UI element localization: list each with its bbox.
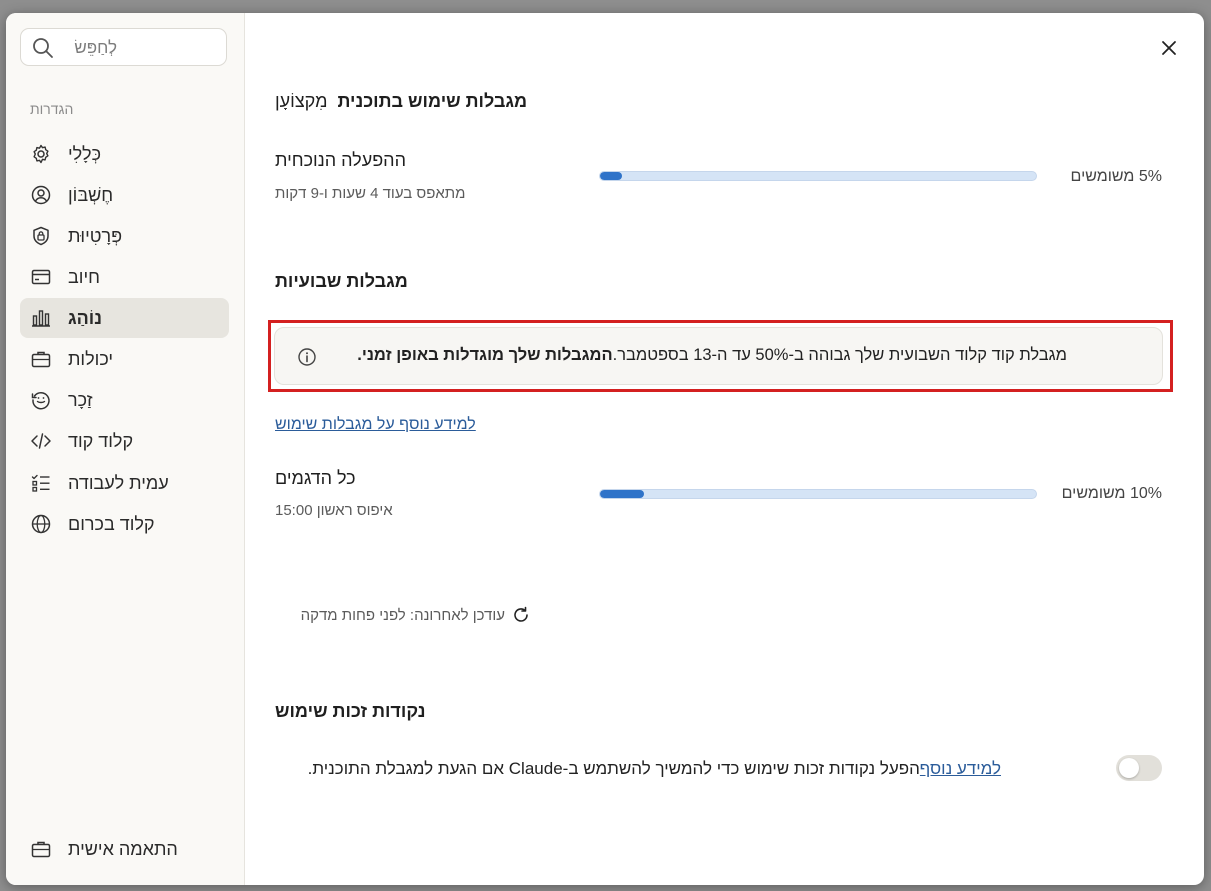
current-session-reset: מתאפס בעוד 4 שעות ו-9 דקות (275, 185, 466, 202)
code-icon (30, 430, 52, 452)
sidebar-item-label: קלוד קוד (68, 431, 134, 451)
sidebar-item-billing[interactable]: חיוב (20, 257, 229, 297)
account-icon (30, 184, 52, 206)
memory-icon (30, 389, 52, 411)
sidebar-item-label: פְּרָטִיוּת (68, 226, 123, 246)
sidebar-item-label: נוֹהַג (68, 308, 102, 328)
sidebar-item-label: זַכָר (68, 390, 93, 410)
sidebar-item-label: חיוב (68, 267, 100, 287)
search-placeholder: לְחַפֵּשׂ (74, 38, 117, 57)
last-updated-row: עודכן לאחרונה: לפני פחות מדקה (275, 605, 535, 627)
gear-icon (30, 143, 52, 165)
sidebar-item-label: כְּלָלִי (68, 144, 102, 164)
current-session-percent: 5% משומשים (1070, 168, 1162, 185)
usage-panel: מגבלות שימוש בתוכנית מִקצוֹעָן ההפעלה הנ… (245, 13, 1204, 885)
settings-sidebar: לְחַפֵּשׂ הגדרות כְּלָלִי חֶשְׁבּוֹן פְּ… (6, 13, 245, 885)
all-models-progress-fill (600, 490, 644, 498)
learn-more-limits-row: למידע נוסף על מגבלות שימוש (275, 416, 476, 434)
sidebar-item-label: חֶשְׁבּוֹן (68, 185, 114, 205)
search-input[interactable]: לְחַפֵּשׂ (20, 28, 227, 66)
usage-credits-description: למידע נוסףהפעל נקודות זכות שימוש כדי להמ… (308, 759, 1001, 779)
usage-chart-icon (30, 307, 52, 329)
sidebar-item-label: התאמה אישית (68, 839, 178, 859)
current-session-progress-fill (600, 172, 622, 180)
all-models-progress-bar (599, 489, 1037, 499)
sidebar-item-capabilities[interactable]: יכולות (20, 339, 229, 379)
plan-tier-label: מִקצוֹעָן (275, 91, 328, 111)
all-models-percent: 10% משומשים (1061, 485, 1162, 502)
sidebar-item-label: יכולות (68, 349, 114, 369)
all-models-reset: איפוס ראשון 15:00 (275, 502, 393, 519)
weekly-limits-title: מגבלות שבועיות (275, 271, 408, 291)
current-session-title: ההפעלה הנוכחית (275, 150, 406, 170)
settings-section-label: הגדרות (30, 101, 74, 117)
sidebar-item-coworker[interactable]: עמית לעבודה (20, 463, 229, 503)
sidebar-item-personalization[interactable]: התאמה אישית (20, 829, 229, 869)
usage-credits-title: נקודות זכות שימוש (275, 701, 426, 721)
sidebar-item-label: עמית לעבודה (68, 473, 169, 493)
briefcase-icon (30, 348, 52, 370)
checklist-icon (30, 472, 52, 494)
plan-usage-heading: מגבלות שימוש בתוכנית מִקצוֹעָן (275, 91, 527, 112)
last-updated-text: עודכן לאחרונה: לפני פחות מדקה (300, 607, 505, 624)
sidebar-item-label: קלוד בכרום (68, 514, 155, 534)
sidebar-item-claude-in-chrome[interactable]: קלוד בכרום (20, 504, 229, 544)
current-session-progress-bar (599, 171, 1037, 181)
sidebar-item-memory[interactable]: זַכָר (20, 380, 229, 420)
globe-icon (30, 513, 52, 535)
briefcase-icon (30, 838, 52, 860)
sidebar-item-privacy[interactable]: פְּרָטִיוּת (20, 216, 229, 256)
credits-learn-more-link[interactable]: למידע נוסף (920, 759, 1001, 778)
search-icon (32, 37, 54, 59)
settings-dialog: לְחַפֵּשׂ הגדרות כְּלָלִי חֶשְׁבּוֹן פְּ… (6, 13, 1204, 885)
billing-card-icon (30, 266, 52, 288)
sidebar-item-general[interactable]: כְּלָלִי (20, 134, 229, 174)
sidebar-item-account[interactable]: חֶשְׁבּוֹן (20, 175, 229, 215)
close-icon (1162, 41, 1176, 55)
credits-description-text: הפעל נקודות זכות שימוש כדי להמשיך להשתמש… (307, 759, 920, 778)
sidebar-item-claude-code[interactable]: קלוד קוד (20, 421, 229, 461)
privacy-shield-icon (30, 225, 52, 247)
all-models-title: כל הדגמים (275, 468, 356, 488)
refresh-icon[interactable] (511, 605, 531, 625)
toggle-knob (1119, 758, 1139, 778)
close-button[interactable] (1158, 37, 1180, 59)
learn-more-limits-link[interactable]: למידע נוסף על מגבלות שימוש (275, 416, 476, 433)
sidebar-item-usage[interactable]: נוֹהַג (20, 298, 229, 338)
usage-credits-toggle[interactable] (1116, 755, 1162, 781)
notice-highlight-box (268, 320, 1173, 392)
plan-usage-title: מגבלות שימוש בתוכנית (337, 91, 528, 111)
